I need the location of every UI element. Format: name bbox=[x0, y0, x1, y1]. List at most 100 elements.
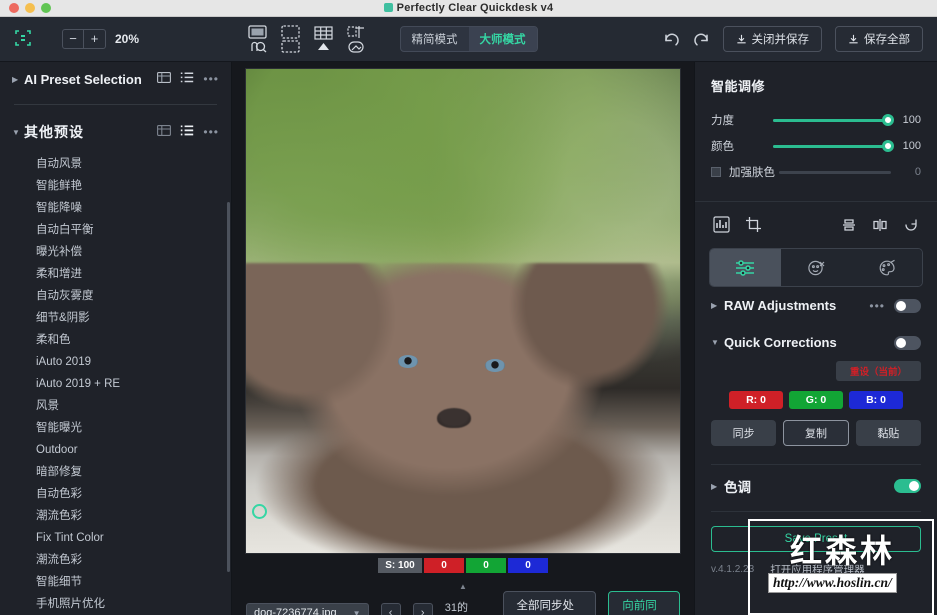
next-image-button[interactable]: › bbox=[413, 603, 433, 615]
mode-master-button[interactable]: 大师模式 bbox=[469, 27, 537, 51]
other-presets-more-icon[interactable]: ••• bbox=[203, 125, 219, 139]
prev-image-button[interactable]: ‹ bbox=[381, 603, 401, 615]
slider-track[interactable] bbox=[773, 145, 891, 148]
flip-vertical-icon[interactable] bbox=[841, 217, 857, 236]
mode-simple-button[interactable]: 精简模式 bbox=[401, 27, 469, 51]
photo-dog-nose bbox=[437, 408, 471, 428]
histogram-icon[interactable] bbox=[713, 216, 730, 236]
enable-checkbox[interactable] bbox=[711, 167, 721, 177]
section-toggle[interactable] bbox=[894, 336, 921, 350]
section-header[interactable]: ▶RAW Adjustments••• bbox=[695, 287, 937, 324]
zoom-out-button[interactable]: − bbox=[62, 29, 84, 49]
list-layout-icon[interactable] bbox=[180, 125, 194, 139]
qc-button[interactable]: 同步 bbox=[711, 420, 776, 446]
preset-item[interactable]: 智能鲜艳 bbox=[0, 175, 231, 197]
zoom-in-button[interactable]: + bbox=[84, 29, 106, 49]
rgb-chip-r[interactable]: R: 0 bbox=[729, 391, 783, 409]
preset-item[interactable]: Fix Tint Color bbox=[0, 527, 231, 549]
section-toggle[interactable] bbox=[894, 299, 921, 313]
toolbar-left-group: − + 20% bbox=[0, 17, 232, 61]
preset-item[interactable]: 自动灰雾度 bbox=[0, 285, 231, 307]
rgb-chip-b[interactable]: B: 0 bbox=[849, 391, 903, 409]
window-title: Perfectly Clear Quickdesk v4 bbox=[0, 2, 937, 14]
grid-view-icon[interactable] bbox=[314, 26, 333, 52]
close-and-save-button[interactable]: 关闭并保存 bbox=[723, 26, 823, 52]
sidebar-scrollbar[interactable] bbox=[227, 202, 230, 572]
preset-item[interactable]: 潮流色彩 bbox=[0, 505, 231, 527]
preset-item[interactable]: Outdoor bbox=[0, 439, 231, 461]
photo-dog-eye-left bbox=[398, 355, 418, 368]
save-preset-button[interactable]: Save Preset bbox=[711, 526, 921, 552]
split-view-icon[interactable] bbox=[281, 25, 300, 53]
preset-item[interactable]: 自动风景 bbox=[0, 153, 231, 175]
section-title: Quick Corrections bbox=[724, 335, 837, 350]
sidebar-section-other-presets[interactable]: ▼ 其他预设 ••• bbox=[0, 115, 231, 149]
preset-item[interactable]: 暗部修复 bbox=[0, 461, 231, 483]
close-and-save-label: 关闭并保存 bbox=[752, 31, 810, 47]
preset-item[interactable]: iAuto 2019 + RE bbox=[0, 373, 231, 395]
file-select-dropdown[interactable]: dog-7236774.jpg ▼ bbox=[246, 603, 369, 615]
flip-horizontal-icon[interactable] bbox=[872, 217, 888, 236]
section-toggle[interactable] bbox=[894, 479, 921, 493]
app-icon bbox=[384, 3, 393, 12]
slider-list: 力度100颜色100加强肤色0 bbox=[711, 107, 921, 185]
preset-item[interactable]: 智能降噪 bbox=[0, 197, 231, 219]
qc-button[interactable]: 黏贴 bbox=[856, 420, 921, 446]
preset-item[interactable]: 柔和增进 bbox=[0, 263, 231, 285]
slider-track[interactable] bbox=[773, 119, 891, 122]
filmstrip-toggle[interactable]: ▲ bbox=[232, 582, 694, 591]
toolbar-right-group: 关闭并保存 保存全部 bbox=[663, 26, 937, 52]
preset-item[interactable]: 手机照片优化 bbox=[0, 593, 231, 615]
undo-icon[interactable] bbox=[663, 32, 680, 47]
section-header[interactable]: ▼Quick Corrections bbox=[695, 324, 937, 361]
redo-icon[interactable] bbox=[693, 32, 710, 47]
sync-forward-button[interactable]: 向前同步 bbox=[608, 591, 680, 615]
preset-item[interactable]: 潮流色彩 bbox=[0, 549, 231, 571]
sample-point-marker[interactable] bbox=[252, 504, 267, 519]
preset-item[interactable]: 自动白平衡 bbox=[0, 219, 231, 241]
preset-item[interactable]: 风景 bbox=[0, 395, 231, 417]
section-header[interactable]: ▶色调 bbox=[695, 465, 937, 507]
qc-button[interactable]: 复制 bbox=[783, 420, 848, 446]
preview-compare-icon[interactable] bbox=[248, 25, 267, 53]
preset-item[interactable]: 曝光补偿 bbox=[0, 241, 231, 263]
rotate-icon[interactable] bbox=[903, 217, 919, 236]
readout-s: S: 100 bbox=[378, 558, 422, 573]
preset-item[interactable]: iAuto 2019 bbox=[0, 351, 231, 373]
chevron-right-icon: ▶ bbox=[12, 75, 24, 84]
preset-item[interactable]: 自动色彩 bbox=[0, 483, 231, 505]
crop-icon[interactable] bbox=[745, 216, 762, 236]
app-logo-icon bbox=[14, 29, 32, 50]
slider-row: 加强肤色0 bbox=[711, 159, 921, 185]
other-presets-label: 其他预设 bbox=[24, 122, 84, 142]
slider-knob[interactable] bbox=[882, 140, 894, 152]
adjustments-panel: 智能调修 力度100颜色100加强肤色0 bbox=[694, 62, 937, 615]
grid-layout-icon[interactable] bbox=[157, 125, 171, 139]
photo-preview[interactable] bbox=[245, 68, 681, 554]
preset-item[interactable]: 智能细节 bbox=[0, 571, 231, 593]
sync-all-button[interactable]: 全部同步处理 bbox=[503, 591, 597, 615]
section-title: RAW Adjustments bbox=[724, 298, 836, 313]
rgb-chip-g[interactable]: G: 0 bbox=[789, 391, 843, 409]
tab-sliders[interactable] bbox=[710, 249, 781, 286]
grid-layout-icon[interactable] bbox=[157, 72, 171, 86]
preset-item[interactable]: 细节&阴影 bbox=[0, 307, 231, 329]
list-layout-icon[interactable] bbox=[180, 72, 194, 86]
tab-face-detect[interactable] bbox=[781, 249, 852, 286]
slider-knob[interactable] bbox=[882, 114, 894, 126]
preset-item[interactable]: 柔和色 bbox=[0, 329, 231, 351]
crop-overlay-icon[interactable] bbox=[347, 25, 366, 53]
save-all-button[interactable]: 保存全部 bbox=[835, 26, 923, 52]
app-manager-link[interactable]: 打开应用程序管理器 bbox=[770, 562, 865, 577]
reset-current-button[interactable]: 重设（当前） bbox=[836, 361, 921, 381]
window-titlebar: Perfectly Clear Quickdesk v4 bbox=[0, 0, 937, 17]
panel-footer: v.4.1.2.23 打开应用程序管理器 bbox=[695, 552, 937, 577]
section-more-icon[interactable]: ••• bbox=[869, 299, 885, 313]
ai-preset-more-icon[interactable]: ••• bbox=[203, 72, 219, 86]
preset-item[interactable]: 智能曝光 bbox=[0, 417, 231, 439]
tab-palette[interactable] bbox=[851, 249, 922, 286]
transform-tools-left bbox=[713, 216, 762, 236]
sidebar-section-ai-preset[interactable]: ▶ AI Preset Selection ••• bbox=[0, 62, 231, 96]
adjustment-tabs bbox=[709, 248, 923, 287]
slider-track[interactable] bbox=[779, 171, 891, 174]
